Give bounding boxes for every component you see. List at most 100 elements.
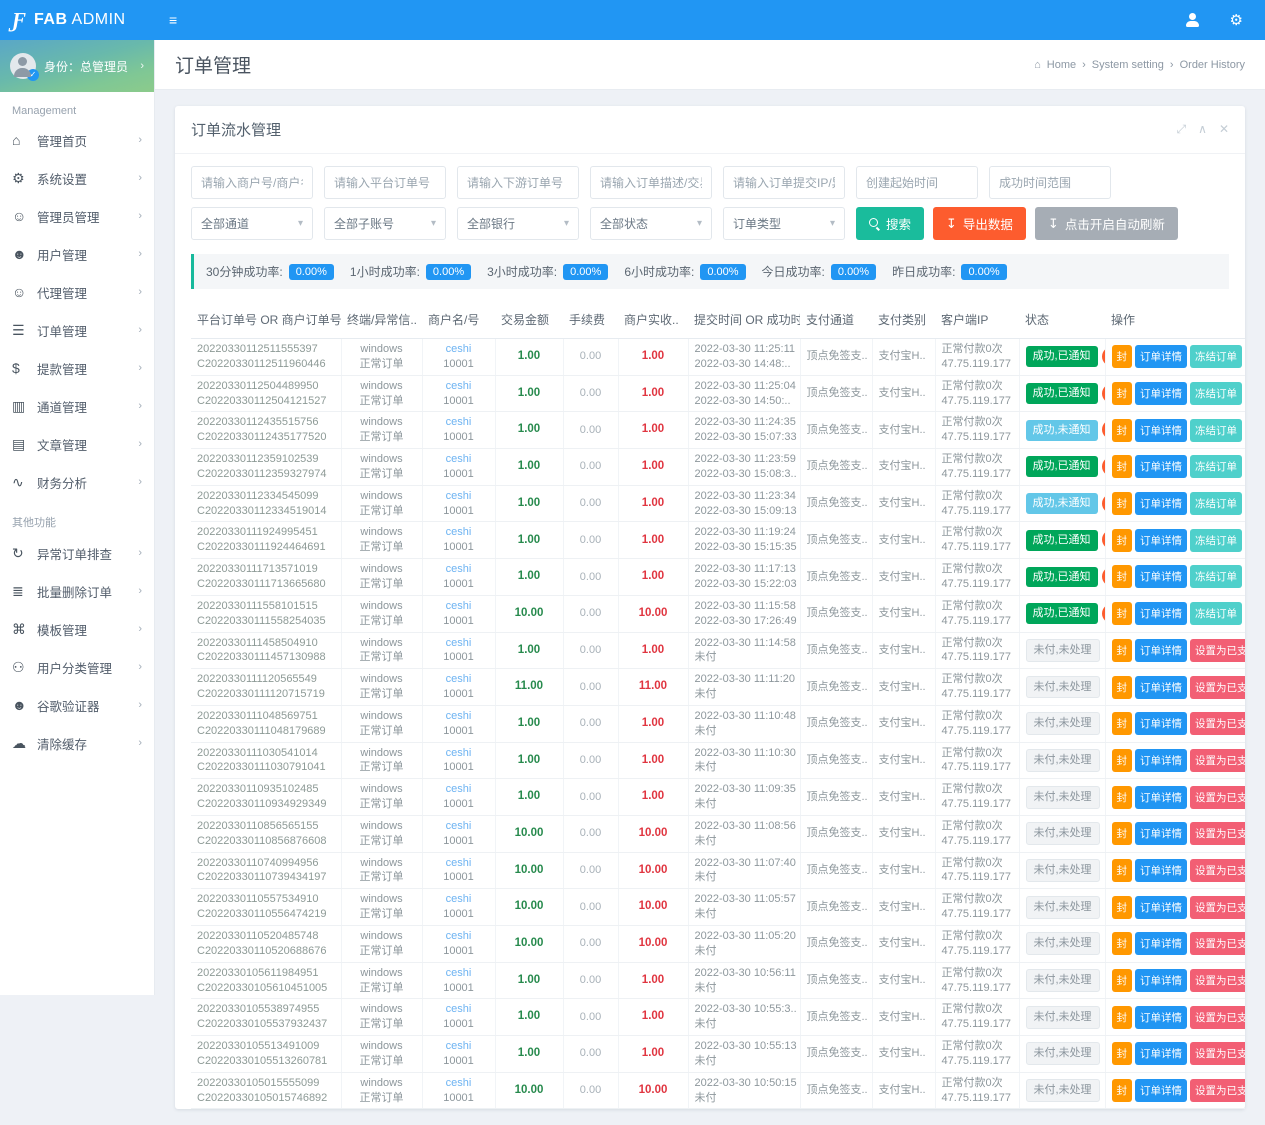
auto-refresh-button[interactable]: ↧ 点击开启自动刷新 [1035, 207, 1178, 240]
seal-button[interactable]: 封 [1112, 932, 1133, 955]
seal-button[interactable]: 封 [1112, 382, 1133, 405]
seal-button[interactable]: 封 [1112, 419, 1133, 442]
filter-input[interactable] [457, 166, 579, 199]
seal-button[interactable]: 封 [1112, 1042, 1133, 1065]
order-detail-button[interactable]: 订单详情 [1135, 602, 1187, 625]
breadcrumb-system-setting[interactable]: System setting [1092, 59, 1164, 71]
order-detail-button[interactable]: 订单详情 [1135, 455, 1187, 478]
gear-icon[interactable]: ⚙ [1230, 13, 1243, 28]
sidebar-item-admin-manage[interactable]: ☺ 管理员管理 › [0, 197, 154, 235]
order-detail-button[interactable]: 订单详情 [1135, 1079, 1187, 1102]
order-detail-button[interactable]: 订单详情 [1135, 1042, 1187, 1065]
order-detail-button[interactable]: 订单详情 [1135, 1006, 1187, 1029]
filter-input[interactable] [989, 166, 1111, 199]
order-detail-button[interactable]: 订单详情 [1135, 419, 1187, 442]
freeze-order-button[interactable]: 冻结订单 [1190, 492, 1242, 515]
set-paid-button[interactable]: 设置为已支付 [1190, 749, 1245, 772]
sidebar-item-article-manage[interactable]: ▤ 文章管理 › [0, 425, 154, 463]
seal-button[interactable]: 封 [1112, 969, 1133, 992]
freeze-order-button[interactable]: 冻结订单 [1190, 565, 1242, 588]
set-paid-button[interactable]: 设置为已支付 [1190, 859, 1245, 882]
filter-select[interactable]: 全部银行 ▾ [457, 207, 579, 240]
seal-button[interactable]: 封 [1112, 639, 1133, 662]
merchant-name-link[interactable]: ceshi [429, 856, 489, 871]
patch-notify-button[interactable]: 补 [1102, 347, 1105, 366]
sidebar-item-google-authenticator[interactable]: ☻ 谷歌验证器 › [0, 686, 154, 724]
sidebar-toggle-icon[interactable]: ≡ [169, 12, 177, 28]
set-paid-button[interactable]: 设置为已支付 [1190, 822, 1245, 845]
merchant-name-link[interactable]: ceshi [429, 342, 489, 357]
seal-button[interactable]: 封 [1112, 749, 1133, 772]
seal-button[interactable]: 封 [1112, 822, 1133, 845]
sidebar-item-user-category-manage[interactable]: ⚇ 用户分类管理 › [0, 648, 154, 686]
filter-input[interactable] [723, 166, 845, 199]
merchant-name-link[interactable]: ceshi [429, 1002, 489, 1017]
search-button[interactable]: 搜索 [856, 207, 924, 240]
patch-notify-button[interactable]: 补 [1102, 604, 1105, 623]
breadcrumb-home[interactable]: Home [1047, 59, 1076, 71]
sidebar-item-abnormal-order-check[interactable]: ↻ 异常订单排查 › [0, 534, 154, 572]
merchant-name-link[interactable]: ceshi [429, 819, 489, 834]
collapse-icon[interactable]: ∧ [1198, 122, 1207, 137]
sidebar-item-order-manage[interactable]: ☰ 订单管理 › [0, 311, 154, 349]
order-detail-button[interactable]: 订单详情 [1135, 676, 1187, 699]
merchant-name-link[interactable]: ceshi [429, 489, 489, 504]
order-detail-button[interactable]: 订单详情 [1135, 565, 1187, 588]
set-paid-button[interactable]: 设置为已支付 [1190, 712, 1245, 735]
seal-button[interactable]: 封 [1112, 786, 1133, 809]
filter-select[interactable]: 全部状态 ▾ [590, 207, 712, 240]
seal-button[interactable]: 封 [1112, 1006, 1133, 1029]
merchant-name-link[interactable]: ceshi [429, 415, 489, 430]
merchant-name-link[interactable]: ceshi [429, 746, 489, 761]
sidebar-item-template-manage[interactable]: ⌘ 模板管理 › [0, 610, 154, 648]
sidebar-item-system-settings[interactable]: ⚙ 系统设置 › [0, 159, 154, 197]
patch-notify-button[interactable]: 补 [1102, 567, 1105, 586]
seal-button[interactable]: 封 [1112, 676, 1133, 699]
filter-input[interactable] [590, 166, 712, 199]
set-paid-button[interactable]: 设置为已支付 [1190, 932, 1245, 955]
merchant-name-link[interactable]: ceshi [429, 892, 489, 907]
filter-input[interactable] [191, 166, 313, 199]
sidebar-item-batch-delete-orders[interactable]: ≣ 批量删除订单 › [0, 572, 154, 610]
freeze-order-button[interactable]: 冻结订单 [1190, 529, 1242, 552]
seal-button[interactable]: 封 [1112, 492, 1133, 515]
sidebar-item-withdraw-manage[interactable]: $ 提款管理 › [0, 349, 154, 387]
set-paid-button[interactable]: 设置为已支付 [1190, 1079, 1245, 1102]
order-detail-button[interactable]: 订单详情 [1135, 529, 1187, 552]
export-data-button[interactable]: ↧ 导出数据 [933, 207, 1026, 240]
freeze-order-button[interactable]: 冻结订单 [1190, 345, 1242, 368]
merchant-name-link[interactable]: ceshi [429, 452, 489, 467]
order-detail-button[interactable]: 订单详情 [1135, 859, 1187, 882]
merchant-name-link[interactable]: ceshi [429, 929, 489, 944]
merchant-name-link[interactable]: ceshi [429, 966, 489, 981]
breadcrumb-order-history[interactable]: Order History [1180, 59, 1245, 71]
set-paid-button[interactable]: 设置为已支付 [1190, 639, 1245, 662]
expand-icon[interactable]: ⤢ [1177, 122, 1187, 137]
brand-logo[interactable]: Ƒ FABADMIN [0, 0, 155, 40]
order-detail-button[interactable]: 订单详情 [1135, 382, 1187, 405]
seal-button[interactable]: 封 [1112, 712, 1133, 735]
order-detail-button[interactable]: 订单详情 [1135, 932, 1187, 955]
sidebar-item-finance-analysis[interactable]: ∿ 财务分析 › [0, 463, 154, 501]
seal-button[interactable]: 封 [1112, 602, 1133, 625]
freeze-order-button[interactable]: 冻结订单 [1190, 455, 1242, 478]
patch-notify-button[interactable]: 补 [1102, 494, 1105, 513]
freeze-order-button[interactable]: 冻结订单 [1190, 382, 1242, 405]
order-detail-button[interactable]: 订单详情 [1135, 896, 1187, 919]
filter-select[interactable]: 全部子账号 ▾ [324, 207, 446, 240]
sidebar-user-panel[interactable]: ✓ 身份：总管理员 › [0, 40, 154, 92]
seal-button[interactable]: 封 [1112, 859, 1133, 882]
sidebar-item-home[interactable]: ⌂ 管理首页 › [0, 121, 154, 159]
set-paid-button[interactable]: 设置为已支付 [1190, 969, 1245, 992]
seal-button[interactable]: 封 [1112, 1079, 1133, 1102]
set-paid-button[interactable]: 设置为已支付 [1190, 1042, 1245, 1065]
order-detail-button[interactable]: 订单详情 [1135, 969, 1187, 992]
close-icon[interactable]: ✕ [1219, 122, 1229, 137]
order-detail-button[interactable]: 订单详情 [1135, 822, 1187, 845]
user-icon[interactable] [1185, 13, 1200, 27]
merchant-name-link[interactable]: ceshi [429, 672, 489, 687]
order-detail-button[interactable]: 订单详情 [1135, 786, 1187, 809]
filter-input[interactable] [856, 166, 978, 199]
patch-notify-button[interactable]: 补 [1102, 530, 1105, 549]
merchant-name-link[interactable]: ceshi [429, 1076, 489, 1091]
